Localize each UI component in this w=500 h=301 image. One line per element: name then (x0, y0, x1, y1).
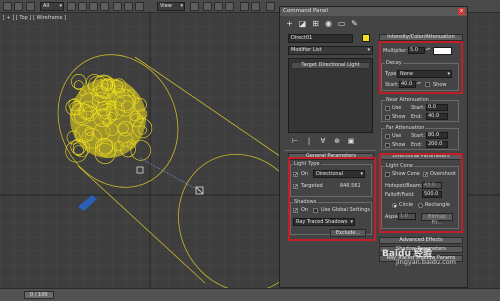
far-end-label: End: (411, 142, 423, 148)
object-color-swatch[interactable] (362, 34, 370, 42)
near-show-label: Show (392, 114, 406, 120)
stack-item-target-directional-light[interactable]: Target Directional Light (291, 62, 370, 69)
baidu-watermark-url: jingyan.baidu.com (396, 258, 456, 266)
stack-separator (284, 150, 376, 151)
modifier-stack: Target Directional Light (288, 58, 373, 133)
rectangle-selection-button[interactable] (89, 2, 98, 11)
link-button[interactable] (26, 2, 35, 11)
make-unique-icon[interactable]: ∀ (318, 137, 328, 145)
reference-coordinate-dropdown[interactable]: View (157, 2, 185, 11)
near-show-checkbox[interactable] (385, 115, 390, 120)
hierarchy-tab-icon[interactable]: ⊞ (310, 18, 321, 29)
near-start-label: Start: (411, 105, 425, 111)
display-tab-icon[interactable]: ▭ (336, 18, 347, 29)
far-start-field[interactable]: 80.0 (426, 132, 448, 139)
pivot-center-button[interactable] (190, 2, 199, 11)
far-end-field[interactable]: 200.0 (426, 141, 448, 148)
general-parameters-highlight (288, 157, 376, 241)
rotate-button[interactable] (124, 2, 133, 11)
align-button[interactable] (251, 2, 260, 11)
select-object-button[interactable] (67, 2, 76, 11)
far-start-label: Start: (411, 133, 425, 139)
far-attenuation-label: Far Attenuation (385, 125, 426, 131)
near-start-field[interactable]: 0.0 (426, 104, 448, 111)
modify-tab-icon[interactable]: ◪ (297, 18, 308, 29)
far-use-label: Use (392, 133, 402, 139)
window-crossing-button[interactable] (100, 2, 109, 11)
mirror-button[interactable] (240, 2, 249, 11)
percent-snap-button[interactable] (225, 2, 234, 11)
light-source-icon (136, 166, 204, 195)
near-attenuation-label: Near Attenuation (385, 97, 430, 103)
modifier-list-dropdown[interactable]: Modifier List (288, 46, 373, 55)
redo-button[interactable] (14, 2, 23, 11)
create-tab-plus-icon[interactable]: + (284, 18, 295, 29)
command-panel-title[interactable]: Command Panel (280, 7, 467, 16)
viewport-label[interactable]: [ + ] [ Top ] [ Wireframe ] (3, 15, 66, 21)
blue-object (78, 195, 97, 211)
command-panel: Command Panel x + ◪ ⊞ ◉ ▭ ✎ Direct01 Mod… (279, 6, 468, 288)
light-direction-line (139, 157, 201, 192)
far-show-label: Show (392, 142, 406, 148)
time-slider-bar: 0 / 100 (0, 288, 500, 301)
configure-sets-icon[interactable]: ▣ (346, 137, 356, 145)
utilities-tab-icon[interactable]: ✎ (349, 18, 360, 29)
show-end-result-icon[interactable]: | (304, 137, 314, 145)
scale-button[interactable] (135, 2, 144, 11)
directional-parameters-highlight (379, 153, 463, 233)
near-end-label: End: (411, 114, 423, 120)
select-by-name-button[interactable] (78, 2, 87, 11)
light-object-scribble (65, 73, 153, 164)
motion-tab-icon[interactable]: ◉ (323, 18, 334, 29)
snap-toggle-button[interactable] (203, 2, 212, 11)
cone-edge-top (134, 56, 291, 164)
near-end-field[interactable]: 40.0 (426, 113, 448, 120)
pin-stack-icon[interactable]: ⊢ (290, 137, 300, 145)
advanced-effects-header[interactable]: Advanced Effects (379, 237, 463, 244)
frame-counter: 0 / 100 (30, 292, 48, 298)
close-icon[interactable]: x (458, 8, 465, 15)
move-button[interactable] (113, 2, 122, 11)
intensity-color-attenuation-header[interactable]: Intensity/Color/Attenuation (379, 34, 463, 41)
selection-filter-dropdown[interactable]: All (40, 2, 64, 11)
object-name-field[interactable]: Direct01 (288, 34, 353, 43)
near-use-checkbox[interactable] (385, 106, 390, 111)
undo-button[interactable] (3, 2, 12, 11)
remove-modifier-icon[interactable]: ⊕ (332, 137, 342, 145)
intensity-highlight (379, 41, 463, 94)
far-use-checkbox[interactable] (385, 134, 390, 139)
near-use-label: Use (392, 105, 402, 111)
material-editor-button[interactable] (266, 2, 275, 11)
angle-snap-button[interactable] (214, 2, 223, 11)
far-show-checkbox[interactable] (385, 143, 390, 148)
